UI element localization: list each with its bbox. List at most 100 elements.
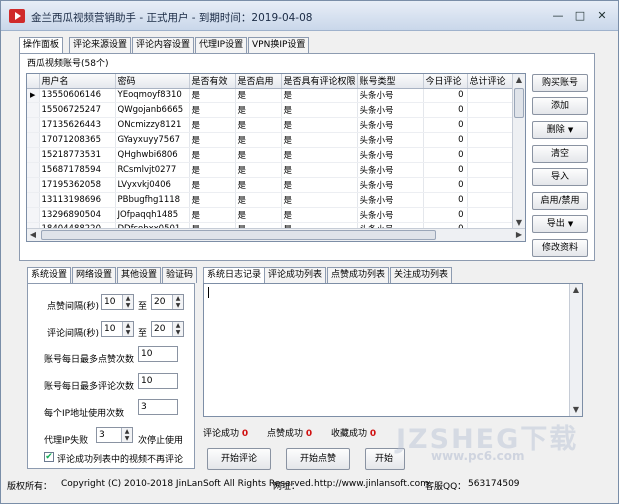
row-selected-indicator-icon: ▶ [27, 88, 40, 104]
close-button[interactable]: ✕ [593, 8, 611, 24]
tab-comment-content[interactable]: 评论内容设置 [132, 37, 195, 53]
table-row[interactable]: 17135626443 ONcmizzy8121 是是是头条小号 0 [27, 117, 513, 134]
stepper-arrows-icon[interactable]: ▲ ▼ [122, 295, 133, 309]
tab-vpn-ip[interactable]: VPN换IP设置 [248, 37, 310, 53]
stepper-arrows-icon[interactable]: ▲ ▼ [172, 322, 183, 336]
add-button[interactable]: 添加 [532, 97, 588, 115]
tab-network-settings[interactable]: 网络设置 [72, 267, 117, 283]
buy-account-button[interactable]: 购买账号 [532, 74, 588, 92]
daily-comments-input[interactable]: 10 [138, 373, 178, 389]
comment-interval-label: 评论间隔(秒) [47, 329, 100, 339]
username-cell: 15506725247 [39, 102, 116, 119]
scroll-down-icon[interactable]: ▼ [570, 404, 582, 416]
column-header[interactable]: 用户名 [39, 74, 116, 89]
today-comments-cell: 0 [423, 207, 468, 223]
website-link[interactable]: http://www.jinlansoft.com [314, 479, 429, 489]
tab-other-settings[interactable]: 其他设置 [117, 267, 162, 283]
account-type-cell: 头条小号 [357, 192, 424, 208]
system-log-textarea[interactable]: ▲ ▼ [203, 283, 583, 417]
log-vertical-scrollbar[interactable]: ▲ ▼ [569, 284, 582, 416]
edit-info-button[interactable]: 修改资料 [532, 239, 588, 257]
tab-comment-success[interactable]: 评论成功列表 [264, 267, 327, 283]
table-horizontal-scrollbar[interactable]: ◀ ▶ [27, 228, 525, 241]
like-interval-max-stepper[interactable]: 20 ▲ ▼ [151, 294, 184, 310]
total-comments-cell [467, 132, 513, 149]
table-vertical-scrollbar[interactable]: ▲ ▼ [512, 74, 525, 229]
counter-value: 0 [305, 429, 313, 439]
scroll-right-icon[interactable]: ▶ [513, 229, 525, 241]
password-cell: GYayxuyy7567 [115, 132, 190, 149]
comment-permission-cell: 是 [281, 207, 358, 223]
start-like-button[interactable]: 开始点赞 [286, 448, 350, 470]
stepper-arrows-icon[interactable]: ▲ ▼ [121, 428, 132, 442]
today-comments-cell: 0 [423, 192, 468, 208]
scroll-up-icon[interactable]: ▲ [570, 284, 582, 296]
like-interval-min-stepper[interactable]: 10 ▲ ▼ [101, 294, 134, 310]
tab-like-success[interactable]: 点赞成功列表 [327, 267, 390, 283]
valid-cell: 是 [189, 102, 236, 119]
scroll-thumb[interactable] [514, 88, 524, 118]
column-header[interactable]: 今日评论 [423, 74, 468, 89]
tab-follow-success[interactable]: 关注成功列表 [390, 267, 453, 283]
today-comments-cell: 0 [423, 177, 468, 193]
comment-interval-min-stepper[interactable]: 10 ▲ ▼ [101, 321, 134, 337]
daily-likes-input[interactable]: 10 [138, 346, 178, 362]
account-type-cell: 头条小号 [357, 162, 424, 178]
comment-permission-cell: 是 [281, 117, 358, 134]
minimize-button[interactable]: — [549, 8, 567, 24]
skip-commented-label[interactable]: 评论成功列表中的视频不再评论 [57, 452, 183, 465]
start-comment-button[interactable]: 开始评论 [207, 448, 271, 470]
ip-usage-input[interactable]: 3 [138, 399, 178, 415]
skip-commented-checkbox[interactable]: ✔ [44, 452, 54, 462]
table-row[interactable]: 13113198696 PBbugfhg1118 是是是头条小号 0 [27, 192, 513, 208]
stepper-arrows-icon[interactable]: ▲ ▼ [122, 322, 133, 336]
tab-system-settings[interactable]: 系统设置 [27, 267, 72, 284]
scroll-thumb[interactable] [41, 230, 436, 240]
accounts-table[interactable]: 用户名 密码 是否有效 是否启用 是否具有评论权限 账号类型 今日评论 总计评论… [26, 73, 526, 242]
comment-success-counter: 评论成功 0 [203, 426, 248, 439]
column-header[interactable]: 是否有效 [189, 74, 236, 89]
column-header[interactable]: 是否具有评论权限 [281, 74, 358, 89]
import-button[interactable]: 导入 [532, 168, 588, 186]
column-header[interactable]: 总计评论 [467, 74, 513, 89]
table-row[interactable]: 17195362058 LVyxvkj0406 是是是头条小号 0 [27, 177, 513, 193]
table-row[interactable]: 15687178594 RCsmlvjt0277 是是是头条小号 0 [27, 162, 513, 178]
column-header[interactable]: 密码 [115, 74, 190, 89]
tab-captcha[interactable]: 验证码 [162, 267, 198, 283]
scroll-left-icon[interactable]: ◀ [27, 229, 39, 241]
enabled-cell: 是 [235, 177, 282, 193]
table-row[interactable]: 15218773531 QHghwbi6806 是是是头条小号 0 [27, 147, 513, 163]
row-indicator [27, 177, 40, 193]
maximize-button[interactable]: □ [571, 8, 589, 24]
table-row[interactable]: 13296890504 JOfpaqqh1485 是是是头条小号 0 [27, 207, 513, 223]
stepper-value: 20 [154, 297, 166, 307]
scroll-up-icon[interactable]: ▲ [513, 74, 525, 86]
counter-label: 评论成功 [203, 429, 240, 439]
total-comments-cell [467, 147, 513, 163]
tab-proxy-ip[interactable]: 代理IP设置 [195, 37, 248, 53]
table-row[interactable]: 15506725247 QWgojanb6665 是是是头条小号 0 [27, 102, 513, 119]
export-button[interactable]: 导出 ▼ [532, 215, 588, 233]
clear-button[interactable]: 清空 [532, 145, 588, 163]
delete-button[interactable]: 删除 ▼ [532, 121, 588, 139]
daily-comments-label: 账号每日最多评论次数 [44, 382, 135, 392]
input-value: 10 [141, 349, 153, 359]
today-comments-cell: 0 [423, 88, 468, 104]
comment-interval-max-stepper[interactable]: 20 ▲ ▼ [151, 321, 184, 337]
tab-comment-source[interactable]: 评论来源设置 [69, 37, 132, 53]
enable-disable-button[interactable]: 启用/禁用 [532, 192, 588, 210]
tab-system-log[interactable]: 系统日志记录 [203, 267, 266, 284]
username-cell: 15687178594 [39, 162, 116, 178]
support-qq-label: 客服QQ： [425, 482, 467, 492]
column-header[interactable]: 是否启用 [235, 74, 282, 89]
proxy-fail-stepper[interactable]: 3 ▲ ▼ [96, 427, 133, 443]
tab-operation-panel[interactable]: 操作面板 [19, 37, 64, 54]
row-indicator-header [27, 74, 40, 89]
table-row[interactable]: ▶ 13550606146 YEoqmoyf8310 是是是头条小号 0 [27, 88, 513, 104]
stepper-arrows-icon[interactable]: ▲ ▼ [172, 295, 183, 309]
column-header[interactable]: 账号类型 [357, 74, 424, 89]
status-bar: 版权所有： Copyright (C) 2010-2018 JinLanSoft… [1, 477, 618, 493]
table-header-row: 用户名 密码 是否有效 是否启用 是否具有评论权限 账号类型 今日评论 总计评论 [27, 74, 513, 89]
table-row[interactable]: 17071208365 GYayxuyy7567 是是是头条小号 0 [27, 132, 513, 149]
row-indicator [27, 162, 40, 178]
